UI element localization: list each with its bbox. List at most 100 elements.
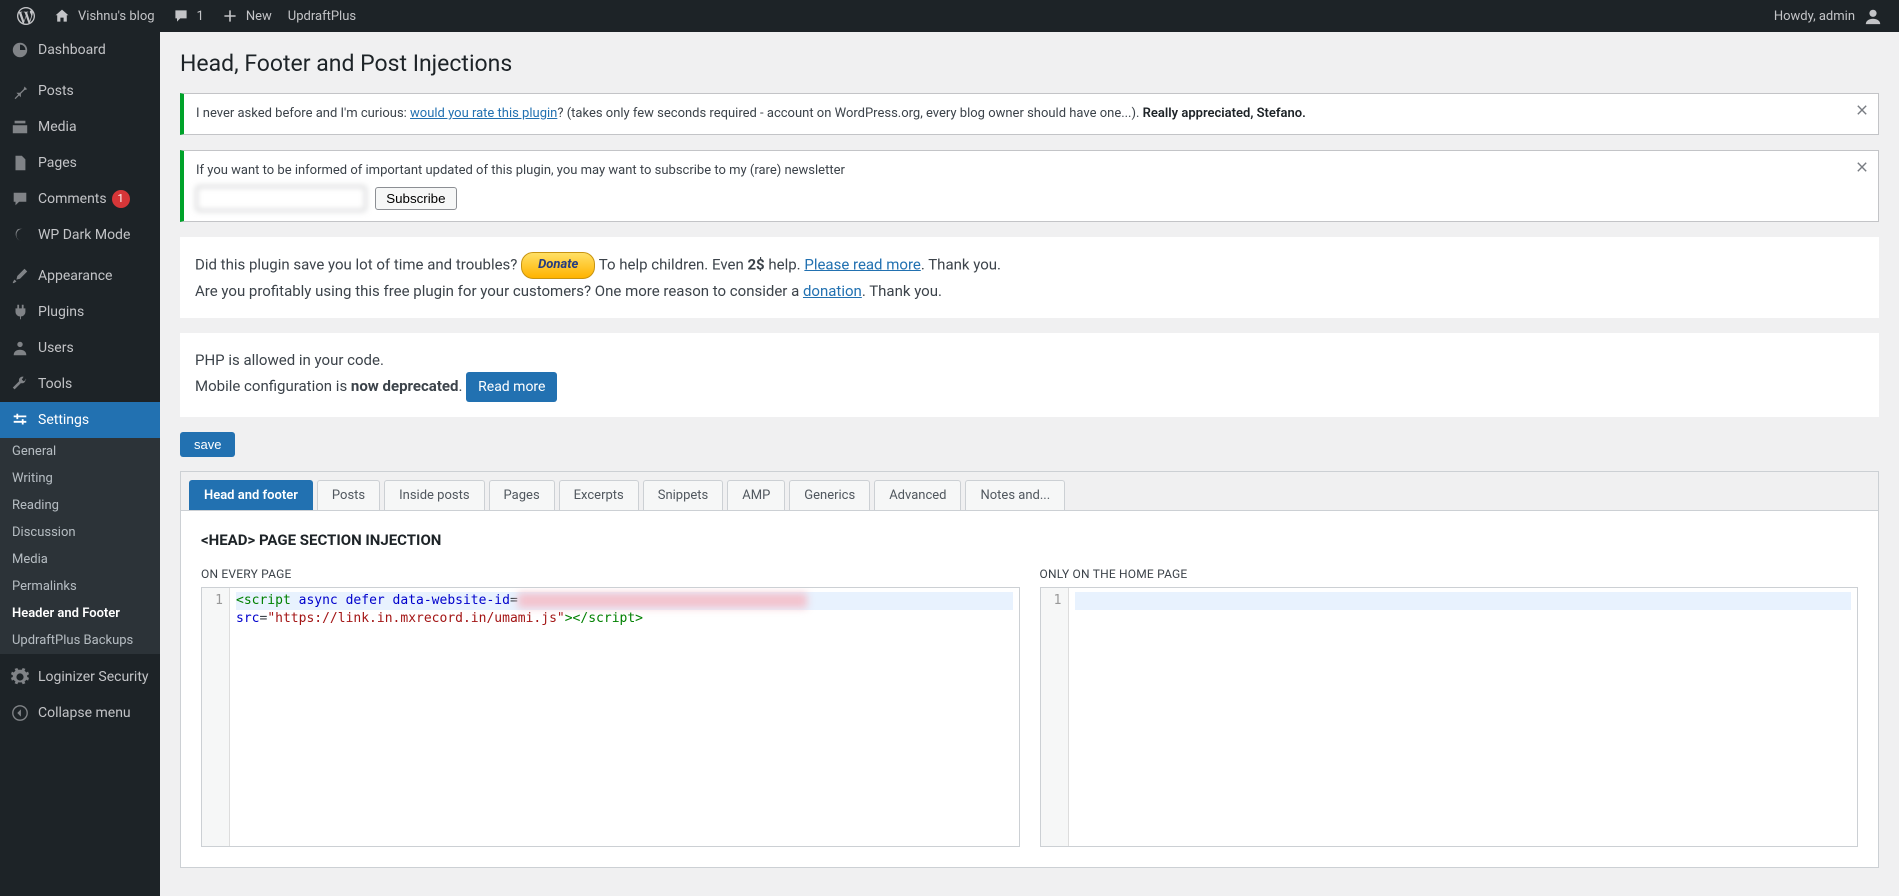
- sliders-icon: [10, 410, 30, 430]
- plug-icon: [10, 302, 30, 322]
- subscribe-button[interactable]: Subscribe: [375, 187, 456, 210]
- tab-inside-posts[interactable]: Inside posts: [384, 480, 484, 510]
- deprecated-strong: now deprecated: [351, 377, 459, 395]
- newsletter-email-input[interactable]: [196, 186, 366, 211]
- menu-label: Media: [38, 119, 77, 135]
- menu-wp-dark-mode[interactable]: WP Dark Mode: [0, 217, 160, 253]
- code-content: <script async defer data-website-id=xxxx…: [230, 588, 1019, 846]
- deprecated-pre: Mobile configuration is: [195, 377, 351, 395]
- menu-label: Comments: [38, 191, 107, 207]
- donation-link[interactable]: donation: [803, 282, 862, 300]
- every-page-column: ON EVERY PAGE 1 <script async defer data…: [201, 567, 1020, 847]
- menu-label: Posts: [38, 83, 74, 99]
- menu-label: Tools: [38, 376, 72, 392]
- tabs-container: Head and footer Posts Inside posts Pages…: [180, 471, 1879, 868]
- menu-label: Plugins: [38, 304, 84, 320]
- home-page-code-editor[interactable]: 1: [1040, 587, 1859, 847]
- donate-line2-pre: Are you profitably using this free plugi…: [195, 282, 803, 300]
- info-box: PHP is allowed in your code. Mobile conf…: [180, 333, 1879, 417]
- tab-pages[interactable]: Pages: [489, 480, 555, 510]
- page-title: Head, Footer and Post Injections: [180, 50, 1879, 77]
- site-name-link[interactable]: Vishnu's blog: [44, 0, 163, 32]
- wordpress-icon: [16, 6, 36, 26]
- tab-amp[interactable]: AMP: [727, 480, 785, 510]
- menu-label: WP Dark Mode: [38, 227, 130, 243]
- user-icon: [1863, 6, 1883, 26]
- comments-badge: 1: [112, 190, 130, 208]
- tab-panel: <HEAD> PAGE SECTION INJECTION ON EVERY P…: [181, 511, 1878, 867]
- new-content-link[interactable]: New: [212, 0, 280, 32]
- submenu-discussion[interactable]: Discussion: [0, 519, 160, 546]
- tab-excerpts[interactable]: Excerpts: [559, 480, 639, 510]
- every-page-code-editor[interactable]: 1 <script async defer data-website-id=xx…: [201, 587, 1020, 847]
- collapse-icon: [10, 703, 30, 723]
- newsletter-notice: If you want to be informed of important …: [180, 150, 1879, 223]
- pages-icon: [10, 153, 30, 173]
- donate-pre: Did this plugin save you lot of time and…: [195, 255, 521, 273]
- menu-posts[interactable]: Posts: [0, 73, 160, 109]
- notice-text-post: ? (takes only few seconds required - acc…: [557, 106, 1142, 121]
- donate-post3: . Thank you.: [921, 255, 1001, 273]
- gear-icon: [10, 667, 30, 687]
- updraft-label: UpdraftPlus: [288, 9, 356, 24]
- submenu-media[interactable]: Media: [0, 546, 160, 573]
- admin-toolbar: Vishnu's blog 1 New UpdraftPlus Howdy, a…: [0, 0, 1899, 32]
- menu-pages[interactable]: Pages: [0, 145, 160, 181]
- wp-logo[interactable]: [8, 0, 44, 32]
- submenu-permalinks[interactable]: Permalinks: [0, 573, 160, 600]
- menu-label: Loginizer Security: [38, 669, 149, 685]
- submenu-reading[interactable]: Reading: [0, 492, 160, 519]
- deprecated-post: .: [458, 377, 466, 395]
- donate-button[interactable]: Donate: [521, 252, 595, 279]
- submenu-header-footer[interactable]: Header and Footer: [0, 600, 160, 627]
- menu-collapse[interactable]: Collapse menu: [0, 695, 160, 731]
- submenu-updraft[interactable]: UpdraftPlus Backups: [0, 627, 160, 654]
- menu-media[interactable]: Media: [0, 109, 160, 145]
- updraftplus-link[interactable]: UpdraftPlus: [280, 0, 364, 32]
- tab-advanced[interactable]: Advanced: [874, 480, 961, 510]
- tab-nav: Head and footer Posts Inside posts Pages…: [181, 472, 1878, 511]
- home-page-column: ONLY ON THE HOME PAGE 1: [1040, 567, 1859, 847]
- notice-text-pre: I never asked before and I'm curious:: [196, 106, 410, 121]
- menu-dashboard[interactable]: Dashboard: [0, 32, 160, 68]
- menu-settings[interactable]: Settings: [0, 402, 160, 438]
- menu-label: Dashboard: [38, 42, 106, 58]
- save-button[interactable]: save: [180, 432, 235, 457]
- tab-notes[interactable]: Notes and...: [965, 480, 1065, 510]
- menu-plugins[interactable]: Plugins: [0, 294, 160, 330]
- dismiss-button[interactable]: [1852, 100, 1872, 120]
- dismiss-button[interactable]: [1852, 157, 1872, 177]
- menu-appearance[interactable]: Appearance: [0, 258, 160, 294]
- donate-post2: help.: [765, 255, 805, 273]
- menu-tools[interactable]: Tools: [0, 366, 160, 402]
- my-account[interactable]: Howdy, admin: [1766, 0, 1891, 32]
- newsletter-text: If you want to be informed of important …: [196, 163, 845, 178]
- menu-loginizer[interactable]: Loginizer Security: [0, 659, 160, 695]
- tab-snippets[interactable]: Snippets: [643, 480, 724, 510]
- every-page-label: ON EVERY PAGE: [201, 567, 1020, 581]
- comment-icon: [171, 6, 191, 26]
- dashboard-icon: [10, 40, 30, 60]
- home-icon: [52, 6, 72, 26]
- tab-head-footer[interactable]: Head and footer: [189, 480, 313, 510]
- menu-comments[interactable]: Comments 1: [0, 181, 160, 217]
- submenu-writing[interactable]: Writing: [0, 465, 160, 492]
- comment-icon: [10, 189, 30, 209]
- tab-posts[interactable]: Posts: [317, 480, 380, 510]
- brush-icon: [10, 266, 30, 286]
- read-more-button[interactable]: Read more: [466, 372, 557, 402]
- main-content: Head, Footer and Post Injections I never…: [160, 32, 1899, 888]
- comments-link[interactable]: 1: [163, 0, 212, 32]
- rate-plugin-link[interactable]: would you rate this plugin: [410, 106, 557, 121]
- menu-label: Collapse menu: [38, 705, 131, 721]
- tab-generics[interactable]: Generics: [789, 480, 870, 510]
- line-gutter: 1: [202, 588, 230, 846]
- section-title: <HEAD> PAGE SECTION INJECTION: [201, 531, 1858, 549]
- pin-icon: [10, 81, 30, 101]
- code-src: "https://link.in.mxrecord.in/umami.js": [267, 611, 564, 626]
- menu-users[interactable]: Users: [0, 330, 160, 366]
- please-read-more-link[interactable]: Please read more: [804, 255, 920, 273]
- user-icon: [10, 338, 30, 358]
- php-allowed-text: PHP is allowed in your code.: [195, 351, 384, 369]
- submenu-general[interactable]: General: [0, 438, 160, 465]
